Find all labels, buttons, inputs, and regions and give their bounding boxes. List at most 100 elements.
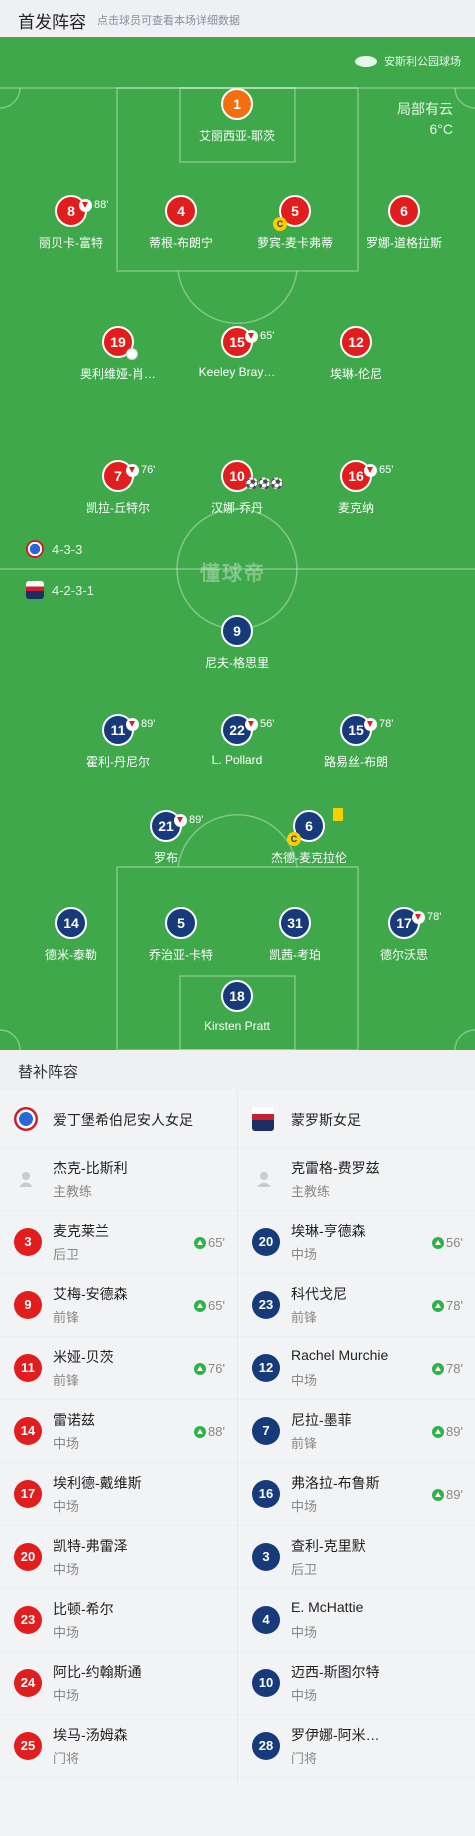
player-number-badge: 23 [14,1606,42,1634]
subs-title-bar: 替补阵容 [0,1050,475,1090]
venue: 安斯利公园球场 [355,53,461,69]
home-player[interactable]: 15 65' Keeley Bray… [172,326,302,379]
sub-player-row[interactable]: 24 阿比-约翰斯通 中场 [0,1652,237,1715]
player-number: 12 [340,326,372,358]
pitch: 安斯利公园球场 局部有云 6°C 懂球帝 4-3-3 4-2-3-1 1 艾丽西… [0,37,475,1050]
captain-badge: C [273,217,287,231]
sub-in-icon [432,1362,445,1375]
sub-player-row[interactable]: 20 埃琳-亨德森 中场 56' [238,1211,475,1274]
captain-badge: C [287,832,301,846]
home-team-logo-icon [14,1107,38,1131]
sub-player-row[interactable]: 16 弗洛拉-布鲁斯 中场 89' [238,1463,475,1526]
player-name: 迈西-斯图尔特 [291,1664,380,1680]
player-number-badge: 28 [252,1732,280,1760]
player-number: 7 [114,468,122,484]
page-title: 首发阵容 [18,13,86,32]
sub-player-row[interactable]: 25 埃马-汤姆森 门将 [0,1715,237,1778]
away-subs-column: 蒙罗斯女足 克雷格-费罗兹 主教练 20 埃琳-亨德森 中场 56' 23 科代… [238,1090,475,1778]
player-number-badge: 25 [14,1732,42,1760]
player-position: 中场 [291,1373,318,1388]
sub-player-row[interactable]: 4 E. McHattie 中场 [238,1589,475,1652]
home-player[interactable]: 7 76' 凯拉-丘特尔 [53,460,183,516]
home-player[interactable]: 16 65' 麦克纳 [291,460,421,516]
person-icon [257,1172,271,1187]
sub-player-row[interactable]: 10 迈西-斯图尔特 中场 [238,1652,475,1715]
away-player[interactable]: 18 Kirsten Pratt [172,980,302,1033]
player-name: 雷诺兹 [53,1412,95,1428]
sub-player-row[interactable]: 12 Rachel Murchie 中场 78' [238,1337,475,1400]
away-player[interactable]: 9 尼夫-格思里 [172,615,302,671]
player-number: 14 [55,907,87,939]
player-number-badge: 23 [252,1291,280,1319]
sub-player-row[interactable]: 9 艾梅-安德森 前锋 65' [0,1274,237,1337]
sub-out-marker: 65' [364,456,393,484]
player-position: 中场 [53,1562,80,1577]
away-player[interactable]: 22 56' L. Pollard [172,714,302,767]
sub-player-row[interactable]: 28 罗伊娜-阿米… 门将 [238,1715,475,1778]
home-formation: 4-3-3 [26,540,82,558]
player-number-badge: 16 [252,1480,280,1508]
player-position: 门将 [291,1751,318,1766]
sub-player-row[interactable]: 20 凯特-弗雷泽 中场 [0,1526,237,1589]
player-name: Kirsten Pratt [203,1019,271,1033]
goal-ball-icon [126,348,138,360]
player-number-badge: 17 [14,1480,42,1508]
home-player[interactable]: 12 埃琳-伦尼 [291,326,421,382]
player-name: 乔治亚-卡特 [149,948,213,962]
away-player[interactable]: 11 89' 霍利-丹尼尔 [53,714,183,770]
sub-in-icon [432,1425,445,1438]
sub-out-marker: 76' [126,456,155,484]
sub-player-row[interactable]: 23 科代戈尼 前锋 78' [238,1274,475,1337]
away-player[interactable]: 15 78' 路易丝-布朗 [291,714,421,770]
home-player[interactable]: 1 艾丽西亚-耶茨 [172,88,302,144]
away-player[interactable]: 17 78' 德尔沃思 [339,907,469,963]
player-position: 中场 [53,1436,80,1451]
player-name: 罗娜-道格拉斯 [366,236,442,250]
sub-player-row[interactable]: 23 比顿-希尔 中场 [0,1589,237,1652]
player-position: 中场 [53,1499,80,1514]
weather: 局部有云 6°C [397,99,453,139]
player-name: 奥利维娅-肖… [80,367,156,381]
yellow-card-icon [333,808,343,821]
sub-in-icon [432,1299,445,1312]
home-player[interactable]: 10 ⚽⚽⚽ 汉娜-乔丹 [172,460,302,516]
player-name: 比顿-希尔 [53,1601,114,1617]
player-name: 麦克纳 [337,501,374,515]
home-coach-row[interactable]: 杰克-比斯利 主教练 [0,1148,237,1211]
sub-player-row[interactable]: 3 查利-克里默 后卫 [238,1526,475,1589]
away-team-header[interactable]: 蒙罗斯女足 [238,1090,475,1148]
home-player[interactable]: 19 奥利维娅-肖… [53,326,183,382]
sub-player-row[interactable]: 17 埃利德-戴维斯 中场 [0,1463,237,1526]
away-player[interactable]: 21 89' 罗布 [101,810,231,866]
sub-player-row[interactable]: 3 麦克莱兰 后卫 65' [0,1211,237,1274]
away-player[interactable]: 6 C 杰德-麦克拉伦 [244,808,374,866]
home-player[interactable]: 4 蒂根-布朗宁 [116,195,246,251]
watermark: 懂球帝 [200,563,266,585]
player-number: 21 [158,818,174,834]
sub-player-row[interactable]: 14 雷诺兹 中场 88' [0,1400,237,1463]
player-name: 埃马-汤姆森 [53,1727,128,1743]
sub-out-icon [245,717,258,731]
away-team-logo-icon [26,581,44,599]
sub-in-marker: 78' [432,1298,463,1313]
away-formation: 4-2-3-1 [26,581,94,599]
player-name: 埃利德-戴维斯 [53,1475,142,1491]
player-name: 埃琳-亨德森 [291,1223,366,1239]
away-coach-row[interactable]: 克雷格-费罗兹 主教练 [238,1148,475,1211]
coach-name: 克雷格-费罗兹 [291,1160,380,1176]
home-team-header[interactable]: 爱丁堡希伯尼安人女足 [0,1090,237,1148]
sub-in-icon [432,1236,445,1249]
sub-in-icon [194,1299,207,1312]
player-name: 蒂根-布朗宁 [149,236,213,250]
player-number: 11 [110,722,126,738]
sub-player-row[interactable]: 11 米娅-贝茨 前锋 76' [0,1337,237,1400]
player-name: 弗洛拉-布鲁斯 [291,1475,380,1491]
home-player[interactable]: 6 罗娜-道格拉斯 [339,195,469,251]
player-number-badge: 11 [14,1354,42,1382]
sub-player-row[interactable]: 7 尼拉-墨菲 前锋 89' [238,1400,475,1463]
player-name: 科代戈尼 [291,1286,347,1302]
sub-out-icon [174,813,187,827]
player-name: 德尔沃思 [379,948,428,962]
player-name: 路易丝-布朗 [324,755,388,769]
away-player[interactable]: 5 乔治亚-卡特 [116,907,246,963]
